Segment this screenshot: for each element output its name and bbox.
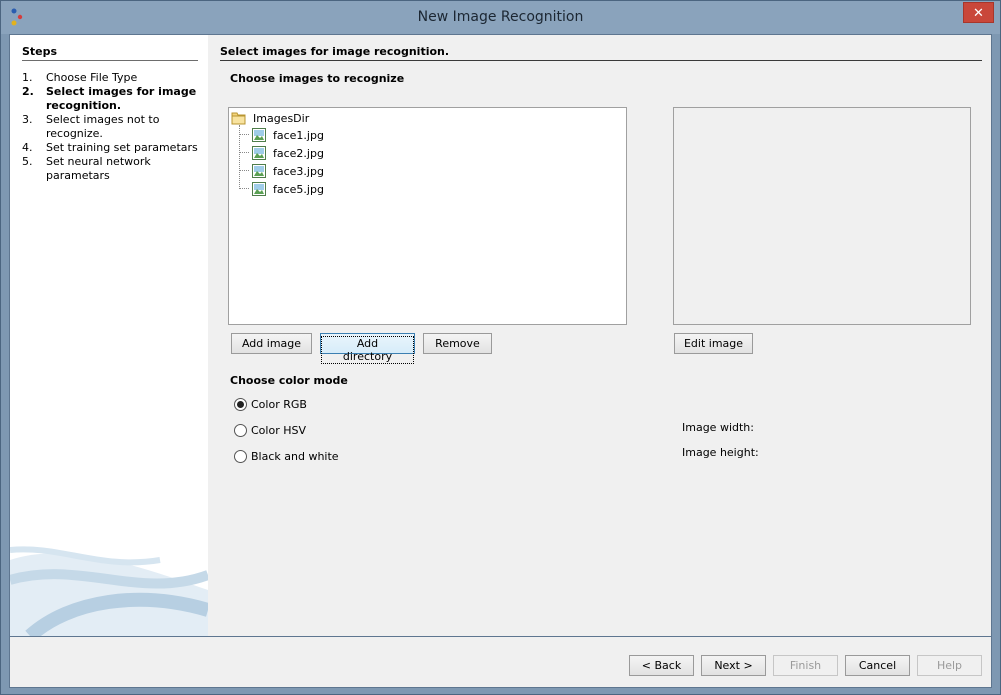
color-mode-label: Choose color mode — [230, 374, 348, 387]
close-button[interactable]: ✕ — [963, 2, 994, 23]
file-label: face2.jpg — [273, 146, 324, 160]
radio-button[interactable] — [234, 424, 247, 437]
tree-connector — [239, 170, 249, 171]
footer-divider — [10, 636, 991, 637]
step-item: 1. Choose File Type — [22, 71, 206, 85]
step-item: 5. Set neural network parametars — [22, 155, 206, 183]
step-number: 4. — [22, 141, 33, 154]
decorative-swoosh — [10, 546, 208, 636]
tree-node-root[interactable]: ImagesDir — [231, 109, 309, 127]
choose-images-label: Choose images to recognize — [230, 72, 405, 85]
add-directory-button[interactable]: Add directory — [320, 333, 415, 364]
title-bar[interactable]: New Image Recognition ✕ — [1, 1, 1000, 34]
finish-button[interactable]: Finish — [773, 655, 838, 676]
file-label: face1.jpg — [273, 128, 324, 142]
close-icon: ✕ — [973, 6, 984, 21]
step-label: Choose File Type — [46, 71, 138, 84]
tree-node-file[interactable]: face1.jpg — [251, 126, 324, 144]
tree-connector — [239, 134, 249, 135]
wizard-client-area: Steps 1. Choose File Type 2. Select images… — [9, 34, 992, 688]
add-directory-label: Add directory — [321, 336, 414, 364]
page-title: Select images for image recognition. — [220, 45, 982, 61]
steps-title: Steps — [22, 45, 198, 61]
image-height-label: Image height: — [682, 446, 759, 459]
radio-color-rgb[interactable]: Color RGB — [234, 398, 307, 411]
file-label: face5.jpg — [273, 182, 324, 196]
folder-icon — [231, 112, 246, 125]
tree-connector — [239, 188, 249, 189]
remove-button[interactable]: Remove — [423, 333, 492, 354]
step-label: Set training set parametars — [46, 141, 198, 154]
step-label: Select images not to recognize. — [46, 113, 160, 140]
radio-button[interactable] — [234, 450, 247, 463]
radio-label: Color RGB — [251, 398, 307, 411]
radio-label: Black and white — [251, 450, 339, 463]
image-file-icon — [252, 128, 266, 142]
radio-color-hsv[interactable]: Color HSV — [234, 424, 306, 437]
step-number: 1. — [22, 71, 33, 84]
help-button[interactable]: Help — [917, 655, 982, 676]
dialog-window: New Image Recognition ✕ Steps 1. Choose F… — [0, 0, 1001, 695]
file-label: face3.jpg — [273, 164, 324, 178]
step-number: 5. — [22, 155, 33, 168]
step-item-active: 2. Select images for image recognition. — [22, 85, 206, 113]
step-label: Set neural network parametars — [46, 155, 151, 182]
steps-list: 1. Choose File Type 2. Select images for i… — [22, 71, 206, 183]
radio-label: Color HSV — [251, 424, 306, 437]
image-file-icon — [252, 182, 266, 196]
image-width-label: Image width: — [682, 421, 754, 434]
step-number: 3. — [22, 113, 33, 126]
image-file-icon — [252, 164, 266, 178]
next-button[interactable]: Next > — [701, 655, 766, 676]
image-file-tree[interactable]: ImagesDir face1.jpg face2.jpg face3.jpg … — [228, 107, 627, 325]
step-label: Select images for image recognition. — [46, 85, 197, 112]
image-preview-panel — [673, 107, 971, 325]
tree-node-file[interactable]: face3.jpg — [251, 162, 324, 180]
back-button[interactable]: < Back — [629, 655, 694, 676]
add-image-button[interactable]: Add image — [231, 333, 312, 354]
tree-connector — [239, 152, 249, 153]
window-title: New Image Recognition — [417, 9, 584, 25]
step-item: 4. Set training set parametars — [22, 141, 206, 155]
edit-image-button[interactable]: Edit image — [674, 333, 753, 354]
tree-node-file[interactable]: face5.jpg — [251, 180, 324, 198]
radio-button[interactable] — [234, 398, 247, 411]
image-file-icon — [252, 146, 266, 160]
radio-black-white[interactable]: Black and white — [234, 450, 339, 463]
step-number: 2. — [22, 85, 34, 98]
tree-root-label: ImagesDir — [253, 111, 310, 125]
steps-panel: Steps 1. Choose File Type 2. Select images… — [10, 35, 208, 636]
step-item: 3. Select images not to recognize. — [22, 113, 206, 141]
tree-node-file[interactable]: face2.jpg — [251, 144, 324, 162]
cancel-button[interactable]: Cancel — [845, 655, 910, 676]
